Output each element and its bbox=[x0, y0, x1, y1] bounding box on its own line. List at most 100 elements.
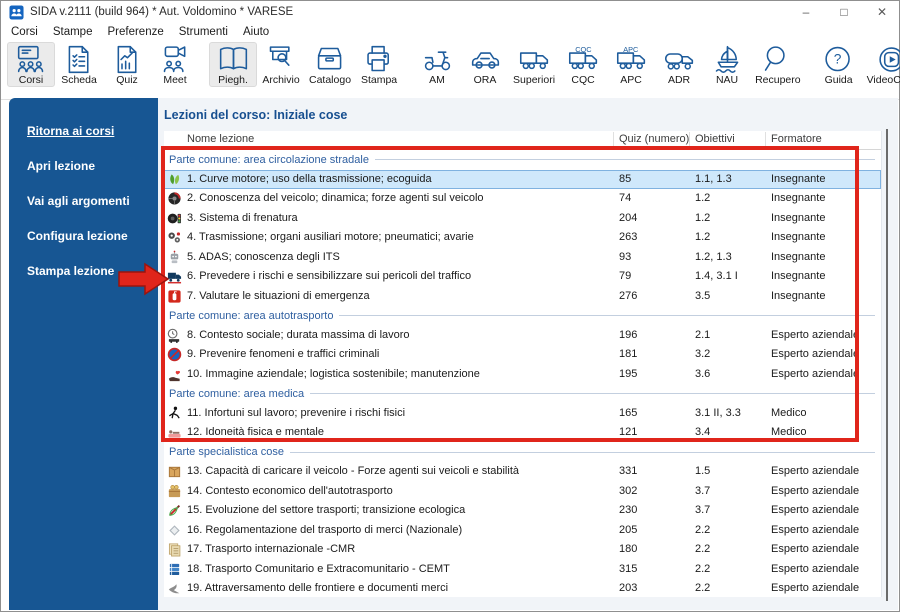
lesson-name: 6. Prevedere i rischi e sensibilizzare s… bbox=[187, 270, 472, 282]
lesson-row-16-regolamentazione-del-trasporto-di-mer[interactable]: 16. Regolamentazione del trasporto di me… bbox=[164, 521, 881, 541]
toolbar-button-guida[interactable]: ? Guida bbox=[815, 42, 863, 87]
table-scrollbar[interactable] bbox=[886, 129, 888, 601]
lesson-name: 12. Idoneità fisica e mentale bbox=[187, 426, 324, 438]
lesson-row-10-immagine-aziendale-logistica-sostenib[interactable]: 10. Immagine aziendale; logistica sosten… bbox=[164, 365, 881, 385]
stampa-icon bbox=[363, 44, 396, 75]
toolbar-group: Piegh. Archivio Catalogo Stampa bbox=[209, 42, 403, 87]
section-divider bbox=[339, 315, 875, 317]
maximize-button[interactable]: □ bbox=[837, 5, 851, 19]
toolbar-button-corsi[interactable]: Corsi bbox=[7, 42, 55, 87]
guida-icon: ? bbox=[822, 44, 855, 75]
menu-item-strumenti[interactable]: Strumenti bbox=[179, 26, 228, 38]
section-label: Parte specialistica cose bbox=[169, 446, 284, 459]
quiz-count: 263 bbox=[619, 231, 638, 243]
toolbar-button-videocorsi[interactable]: VideoCorsi bbox=[863, 42, 900, 87]
lesson-row-13-capacit-di-caricare-il-veicolo-forze-[interactable]: 13. Capacità di caricare il veicolo - Fo… bbox=[164, 462, 881, 482]
toolbar-button-am[interactable]: AM bbox=[413, 42, 461, 87]
lesson-row-2-conoscenza-del-veicolo-dinamica-forze-[interactable]: 2. Conoscenza del veicolo; dinamica; for… bbox=[164, 189, 881, 209]
lesson-name: 16. Regolamentazione del trasporto di me… bbox=[187, 523, 463, 536]
toolbar-button-meet[interactable]: Meet bbox=[151, 42, 199, 87]
lesson-row-12-idoneit-fisica-e-mentale[interactable]: 12. Idoneità fisica e mentale 121 3.4 Medic… bbox=[164, 423, 881, 443]
svg-text:?: ? bbox=[834, 52, 842, 67]
obiettivi-value: 2.2 bbox=[695, 543, 711, 555]
toolbar-group: AM ORA Superiori CQC CQC APC APC ADR NAU Recupero bbox=[413, 42, 805, 87]
toolbar-button-archivio[interactable]: Archivio bbox=[257, 42, 305, 87]
sidebar-item-apri-lezione[interactable]: Apri lezione bbox=[9, 159, 158, 173]
lesson-row-3-sistema-di-frenatura[interactable]: 3. Sistema di frenatura 204 1.2 Insegnante bbox=[164, 209, 881, 229]
sidebar-item-vai-agli-argomenti[interactable]: Vai agli argomenti bbox=[9, 194, 158, 208]
app-window: { "window": { "title": "SIDA v.2111 (bui… bbox=[0, 0, 900, 612]
cqc-icon: CQC bbox=[567, 44, 600, 75]
lesson-name: 3. Sistema di frenatura bbox=[187, 211, 298, 224]
quiz-count: 204 bbox=[619, 211, 638, 224]
lesson-row-7-valutare-le-situazioni-di-emergenza[interactable]: 7. Valutare le situazioni di emergenza 27… bbox=[164, 287, 881, 307]
slip-person-icon bbox=[167, 406, 182, 421]
column-header-quiz-numero[interactable]: Quiz (numero) bbox=[619, 133, 689, 145]
lesson-row-14-contesto-economico-dell-autotrasporto[interactable]: 14. Contesto economico dell'autotrasport… bbox=[164, 482, 881, 502]
lesson-row-4-trasmissione-organi-ausiliari-motore-p[interactable]: 4. Trasmissione; organi ausiliari motore… bbox=[164, 228, 881, 248]
column-header-formatore[interactable]: Formatore bbox=[771, 133, 822, 145]
minimize-button[interactable]: – bbox=[799, 5, 813, 19]
toolbar-button-piegh[interactable]: Piegh. bbox=[209, 42, 257, 87]
close-button[interactable]: ✕ bbox=[875, 5, 889, 19]
column-header-nome-lezione[interactable]: Nome lezione bbox=[187, 133, 254, 145]
toolbar-button-scheda[interactable]: Scheda bbox=[55, 42, 103, 87]
section-row-parte-comune-area-autotrasporto: Parte comune: area autotrasporto bbox=[164, 306, 881, 326]
therapy-icon bbox=[167, 425, 182, 440]
toolbar-button-label: Archivio bbox=[262, 74, 300, 86]
lesson-row-5-adas-conoscenza-degli-its[interactable]: 5. ADAS; conoscenza degli ITS 93 1.2, 1.3 I… bbox=[164, 248, 881, 268]
toolbar-button-label: Superiori bbox=[513, 74, 556, 86]
quiz-count: 230 bbox=[619, 504, 638, 516]
toolbar-button-apc[interactable]: APC APC bbox=[607, 42, 655, 87]
bird-icon bbox=[167, 581, 182, 596]
menu-item-corsi[interactable]: Corsi bbox=[11, 26, 38, 38]
sidebar-item-configura-lezione[interactable]: Configura lezione bbox=[9, 229, 158, 243]
formatore-value: Insegnante bbox=[771, 172, 826, 185]
lesson-row-9-prevenire-fenomeni-e-traffici-criminal[interactable]: 9. Prevenire fenomeni e traffici crimina… bbox=[164, 345, 881, 365]
toolbar: Corsi Scheda Quiz Meet Piegh. Archivio Catalog… bbox=[1, 40, 900, 100]
lesson-row-8-contesto-sociale-durata-massima-di-lav[interactable]: 8. Contesto sociale; durata massima di l… bbox=[164, 326, 881, 346]
quiz-count: 331 bbox=[619, 465, 638, 477]
lesson-row-6-prevedere-i-rischi-e-sensibilizzare-su[interactable]: 6. Prevedere i rischi e sensibilizzare s… bbox=[164, 267, 881, 287]
obiettivi-value: 1.2 bbox=[695, 231, 711, 243]
toolbar-button-ora[interactable]: ORA bbox=[461, 42, 509, 87]
toolbar-button-label: Recupero bbox=[755, 74, 801, 86]
menu-item-aiuto[interactable]: Aiuto bbox=[243, 26, 269, 38]
formatore-value: Esperto aziendale bbox=[771, 562, 860, 575]
toolbar-button-recupero[interactable]: Recupero bbox=[751, 42, 805, 87]
catalogo-icon bbox=[314, 44, 347, 75]
toolbar-button-superiori[interactable]: Superiori bbox=[509, 42, 559, 87]
toolbar-button-catalogo[interactable]: Catalogo bbox=[305, 42, 355, 87]
formatore-value: Esperto aziendale bbox=[771, 348, 860, 360]
lesson-name: 9. Prevenire fenomeni e traffici crimina… bbox=[187, 348, 380, 360]
app-logo-icon bbox=[9, 4, 24, 20]
column-header-obiettivi[interactable]: Obiettivi bbox=[695, 133, 735, 145]
lesson-row-18-trasporto-comunitario-e-extracomunita[interactable]: 18. Trasporto Comunitario e Extracomunit… bbox=[164, 560, 881, 580]
toolbar-group: ? Guida VideoCorsi bbox=[815, 42, 900, 87]
quiz-count: 180 bbox=[619, 543, 638, 555]
toolbar-button-cqc[interactable]: CQC CQC bbox=[559, 42, 607, 87]
formatore-value: Esperto aziendale bbox=[771, 504, 860, 516]
toolbar-button-quiz[interactable]: Quiz bbox=[103, 42, 151, 87]
toolbar-button-stampa[interactable]: Stampa bbox=[355, 42, 403, 87]
quiz-count: 74 bbox=[619, 192, 632, 204]
lesson-row-11-infortuni-sul-lavoro-prevenire-i-risc[interactable]: 11. Infortuni sul lavoro; prevenire i ri… bbox=[164, 404, 881, 424]
title-bar: SIDA v.2111 (build 964) * Aut. Voldomino… bbox=[1, 1, 899, 23]
quiz-count: 205 bbox=[619, 523, 638, 536]
sidebar-item-ritorna-ai-corsi[interactable]: Ritorna ai corsi bbox=[9, 124, 158, 138]
lesson-row-19-attraversamento-delle-frontiere-e-doc[interactable]: 19. Attraversamento delle frontiere e do… bbox=[164, 579, 881, 599]
lesson-row-15-evoluzione-del-settore-trasporti-tran[interactable]: 15. Evoluzione del settore trasporti; tr… bbox=[164, 501, 881, 521]
scheda-icon bbox=[63, 44, 96, 75]
quiz-count: 165 bbox=[619, 406, 638, 419]
lesson-row-17-trasporto-internazionale-cmr[interactable]: 17. Trasporto internazionale -CMR 180 2.2 E… bbox=[164, 540, 881, 560]
superiori-icon bbox=[518, 44, 551, 75]
lesson-row-1-curve-motore-uso-della-trasmissione-ec[interactable]: 1. Curve motore; uso della trasmissione;… bbox=[164, 169, 881, 189]
quiz-count: 85 bbox=[619, 172, 632, 185]
obiettivi-value: 3.7 bbox=[695, 484, 711, 497]
toolbar-button-adr[interactable]: ADR bbox=[655, 42, 703, 87]
toolbar-button-nau[interactable]: NAU bbox=[703, 42, 751, 87]
obiettivi-value: 3.2 bbox=[695, 348, 711, 360]
sidebar-item-stampa-lezione[interactable]: Stampa lezione bbox=[9, 264, 158, 278]
menu-item-preferenze[interactable]: Preferenze bbox=[107, 26, 163, 38]
menu-item-stampe[interactable]: Stampe bbox=[53, 26, 93, 38]
